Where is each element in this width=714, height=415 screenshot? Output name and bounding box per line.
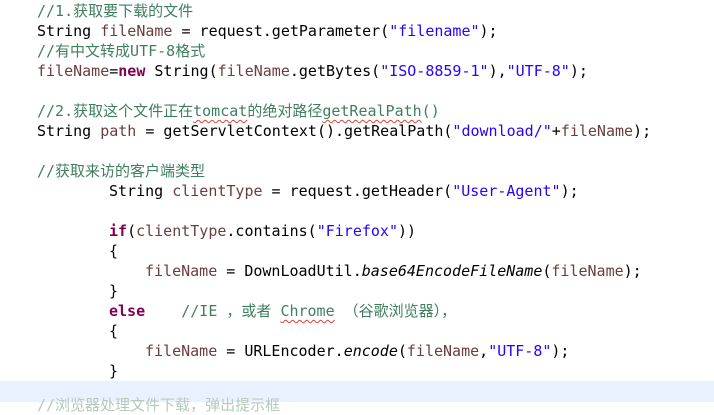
variable-filename: fileName — [145, 262, 218, 280]
type-string: String — [37, 22, 92, 40]
variable-filename: fileName — [37, 62, 110, 80]
comment-client-type: //获取来访的客户端类型 — [37, 162, 206, 180]
code-line-17: { — [109, 321, 118, 341]
code-text: .getBytes( — [289, 62, 381, 80]
code-line-1: //1.获取要下载的文件 — [37, 1, 193, 21]
code-text: = URLEncoder. — [217, 342, 344, 360]
close-brace: } — [109, 362, 119, 380]
code-text: = DownLoadUtil. — [217, 262, 362, 280]
code-text: , — [479, 342, 489, 360]
code-text: + — [551, 122, 561, 140]
comment-text: （谷歌浏览器）， — [334, 302, 457, 320]
comment-text-spellcheck: getRealPath — [322, 102, 422, 120]
code-text: ( — [397, 342, 407, 360]
code-text: String( — [145, 62, 218, 80]
code-line-10: String clientType = request.getHeader("U… — [109, 181, 579, 201]
comment-real-path: //2.获取这个文件正在tomcat的绝对路径getRealPath() — [37, 102, 440, 120]
method-encode: encode — [343, 342, 398, 360]
code-line-12: if(clientType.contains("Firefox")) — [109, 221, 416, 241]
comment-ie-chrome: //IE ，或者 Chrome （谷歌浏览器）， — [181, 302, 456, 320]
code-line-14: fileName = DownLoadUtil.base64EncodeFile… — [145, 261, 642, 281]
variable-filename: fileName — [406, 342, 480, 360]
comment-text: //IE ，或者 — [181, 302, 281, 320]
code-line-7: String path = getServletContext().getRea… — [37, 121, 651, 141]
string-literal: "ISO-8859-1" — [380, 62, 489, 80]
code-line-9: //获取来访的客户端类型 — [37, 161, 205, 181]
comment-get-file: //1.获取要下载的文件 — [37, 2, 194, 20]
string-literal: "filename" — [389, 22, 480, 40]
code-text: = — [109, 62, 119, 80]
variable-clienttype: clientType — [172, 182, 263, 200]
string-literal: "download/" — [452, 122, 552, 140]
comment-utf8-convert: //有中文转成UTF-8格式 — [37, 42, 206, 60]
comment-text: //2.获取这个文件正在 — [37, 102, 194, 120]
comment-text: () — [421, 102, 440, 120]
code-editor[interactable]: //1.获取要下载的文件 String fileName = request.g… — [0, 0, 714, 414]
comment-text: 的绝对路径 — [247, 102, 323, 120]
open-brace: { — [109, 322, 119, 340]
code-line-2: String fileName = request.getParameter("… — [37, 21, 498, 41]
type-string: String — [109, 182, 164, 200]
code-line-16: else //IE ，或者 Chrome （谷歌浏览器）， — [109, 301, 456, 321]
variable-filename: fileName — [560, 122, 634, 140]
code-line-20-partial: //浏览器处理文件下载，弹出提示框 — [37, 395, 280, 415]
code-text: )) — [398, 222, 417, 240]
comment-text-spellcheck: Chrome — [280, 302, 335, 320]
code-line-6: //2.获取这个文件正在tomcat的绝对路径getRealPath() — [37, 101, 440, 121]
code-line-13: { — [109, 241, 118, 261]
code-line-18: fileName = URLEncoder.encode(fileName,"U… — [145, 341, 569, 361]
method-base64-encode: base64EncodeFileName — [361, 262, 543, 280]
code-text: ); — [569, 62, 588, 80]
comment-text-spellcheck: tomcat — [193, 102, 248, 120]
code-line-4: fileName=new String(fileName.getBytes("I… — [37, 61, 588, 81]
code-text: ), — [488, 62, 507, 80]
variable-filename: fileName — [551, 262, 624, 280]
variable-path: path — [100, 122, 137, 140]
variable-filename: fileName — [100, 22, 173, 40]
code-text: = request.getHeader( — [262, 182, 453, 200]
code-text: ( — [127, 222, 137, 240]
code-text: ); — [479, 22, 498, 40]
string-literal: "UTF-8" — [506, 62, 570, 80]
variable-filename: fileName — [217, 62, 290, 80]
code-line-3: //有中文转成UTF-8格式 — [37, 41, 205, 61]
string-literal: "User-Agent" — [452, 182, 561, 200]
type-string: String — [37, 122, 92, 140]
variable-filename: fileName — [145, 342, 218, 360]
code-text: ); — [623, 262, 642, 280]
comment-browser-download: //浏览器处理文件下载，弹出提示框 — [37, 396, 281, 414]
code-text: ); — [633, 122, 652, 140]
string-literal: "Firefox" — [316, 222, 398, 240]
code-text: ); — [560, 182, 579, 200]
code-text: = getServletContext().getRealPath( — [136, 122, 453, 140]
open-brace: { — [109, 242, 119, 260]
code-text: ); — [551, 342, 570, 360]
code-line-19: } — [109, 361, 118, 381]
close-brace: } — [109, 282, 119, 300]
variable-clienttype: clientType — [136, 222, 227, 240]
keyword-else: else — [109, 302, 146, 320]
code-text: = request.getParameter( — [172, 22, 390, 40]
string-literal: "UTF-8" — [488, 342, 552, 360]
keyword-new: new — [118, 62, 146, 80]
keyword-if: if — [109, 222, 128, 240]
code-line-15: } — [109, 281, 118, 301]
code-text: .contains( — [226, 222, 317, 240]
